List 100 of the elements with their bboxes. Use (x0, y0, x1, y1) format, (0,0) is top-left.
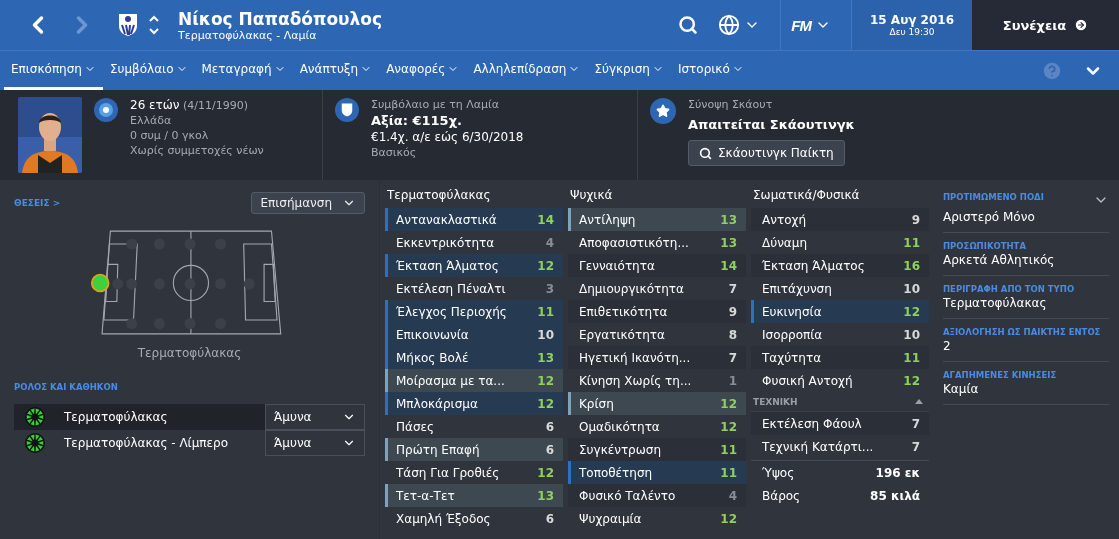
nav-tab[interactable]: Συμβόλαιο (102, 51, 195, 90)
attribute-value: 7 (728, 350, 737, 365)
contract-value: Αξία: €115χ. (371, 113, 463, 128)
attribute-value: 7 (728, 281, 737, 296)
nav-tab[interactable]: Ανάπτυξη (292, 51, 380, 90)
duty-dropdown[interactable]: Άμυνα (265, 430, 365, 456)
attribute-value: 12 (903, 373, 920, 388)
attribute-value: 9 (728, 304, 737, 319)
player-subtitle: Τερματοφύλακας - Λαμία (178, 28, 317, 42)
nav-tab[interactable]: Αλληλεπίδραση (466, 51, 588, 90)
position-caption: Τερματοφύλακας (137, 346, 242, 360)
measure-label: Ύψος (762, 465, 795, 480)
player-name: Νίκος Παπαδόπουλος (178, 8, 383, 29)
attribute-value: 7 (911, 416, 920, 431)
attribute-value: 14 (537, 212, 554, 227)
attribute-name: Επικοινωνία (396, 327, 469, 342)
positions-link[interactable]: ΘΕΣΕΙΣ > (14, 198, 61, 208)
club-icon (335, 98, 359, 122)
attribute-value: 14 (720, 258, 737, 273)
attribute-value: 10 (537, 327, 554, 342)
nav-tab[interactable]: Σύγκριση (587, 51, 671, 90)
attribute-value: 6 (545, 511, 554, 526)
search-icon (678, 15, 699, 35)
attribute-value: 1 (728, 373, 737, 388)
nation-icon (94, 98, 118, 122)
attribute-value: 11 (720, 465, 737, 480)
section-title: ΤΕΧΝΙΚΗ (753, 396, 798, 407)
attribute-value: 7 (911, 439, 920, 454)
measure-value: 85 κιλά (870, 488, 920, 503)
international-caps: 0 συμ / 0 γκολ (130, 129, 210, 142)
attribute-value: 12 (537, 373, 554, 388)
attribute-name: Τάση Για Γροθιές (396, 465, 500, 480)
duty-dropdown[interactable]: Άμυνα (265, 404, 365, 430)
nationality: Ελλάδα (130, 114, 173, 127)
role-row[interactable]: Τερματοφύλακας Άμυνα (14, 404, 365, 430)
attribute-name: Εργατικότητα (579, 327, 665, 342)
detail-value: 2 (943, 339, 952, 353)
attribute-name: Αντίληψη (579, 212, 636, 227)
attribute-name: Ισορροπία (762, 327, 823, 342)
role-name: Τερματοφύλακας (63, 410, 169, 424)
search-icon (699, 146, 712, 160)
attribute-name: Αντοχή (762, 212, 806, 227)
attribute-value: 12 (537, 396, 554, 411)
attribute-value: 8 (728, 327, 737, 342)
nav-tab[interactable]: Αναφορές (379, 51, 467, 90)
measure-value: 196 εκ (875, 465, 920, 480)
attribute-value: 10 (903, 327, 920, 342)
current-time: Δευ 19:30 (889, 27, 935, 37)
role-icon (24, 432, 46, 454)
attribute-name: Αποφασιστικότη... (579, 235, 689, 250)
attribute-value: 11 (720, 442, 737, 457)
attribute-value: 13 (537, 488, 554, 503)
attribute-value: 9 (911, 212, 920, 227)
attribute-value: 10 (903, 281, 920, 296)
attribute-name: Δύναμη (762, 235, 807, 250)
attribute-value: 13 (537, 350, 554, 365)
detail-value: Αρκετά Αθλητικός (943, 253, 1056, 267)
attribute-name: Εκτέλεση Φάουλ (762, 416, 862, 431)
detail-label: ΠΡΟΤΙΜΩΜΕΝΟ ΠΟΔΙ (943, 192, 1044, 204)
attribute-name: Επιτάχυνση (762, 281, 832, 296)
attribute-name: Χαμηλή Έξοδος (396, 511, 491, 526)
scout-title: Σύνοψη Σκάουτ (688, 98, 774, 111)
nav-tab[interactable]: Μεταγραφή (194, 51, 293, 90)
attribute-value: 12 (720, 396, 737, 411)
attribute-value: 6 (545, 442, 554, 457)
attribute-value: 3 (545, 281, 554, 296)
role-icon (24, 406, 46, 428)
attribute-name: Μπλοκάρισμα (396, 396, 478, 411)
help-icon (1041, 59, 1063, 82)
attribute-name: Φυσικό Ταλέντο (579, 488, 676, 503)
attribute-value: 12 (903, 304, 920, 319)
attribute-value: 11 (903, 235, 920, 250)
attribute-value: 16 (903, 258, 920, 273)
detail-label: ΠΕΡΙΓΡΑΦΗ ΑΠΟ ΤΟΝ ΤΥΠΟ (943, 284, 1075, 294)
up-down-chevron-icon[interactable] (148, 13, 160, 37)
detail-value: Καμία (943, 382, 980, 396)
attribute-name: Φυσική Αντοχή (762, 373, 853, 388)
nav-tab[interactable]: Ιστορικό (670, 51, 751, 90)
attribute-name: Γενναιότητα (579, 258, 655, 273)
measure-label: Βάρος (762, 488, 801, 503)
attribute-name: Δημιουργικότητα (579, 281, 684, 296)
contract-title: Συμβόλαιο με τη Λαμία (371, 98, 501, 111)
attribute-value: 12 (537, 465, 554, 480)
attribute-name: Ταχύτητα (762, 350, 822, 365)
attribute-name: Μοίρασμα με τα... (396, 373, 505, 388)
scout-player-button[interactable]: Σκάουτινγκ Παίκτη (688, 140, 845, 166)
attribute-name: Τετ-α-Τετ (396, 488, 455, 503)
highlight-dropdown[interactable]: Επισήμανση (251, 192, 365, 214)
attribute-name: Αντανακλαστικά (396, 212, 497, 227)
attribute-name: Εκτέλεση Πέναλτι (396, 281, 506, 296)
attribute-name: Τεχνική Κατάρτι... (762, 439, 874, 454)
continue-button[interactable]: Συνέχεια (972, 0, 1119, 50)
youth-caps: Χωρίς συμμετοχές νέων (130, 144, 264, 157)
fm-menu-button[interactable]: FM (781, 0, 851, 50)
detail-value: Τερματοφύλακας (943, 296, 1048, 310)
attribute-value: 12 (720, 419, 737, 434)
attribute-value: 11 (537, 304, 554, 319)
attribute-name: Επιθετικότητα (579, 304, 668, 319)
attribute-name: Πάσες (396, 419, 435, 434)
attribute-value: 13 (720, 235, 737, 250)
